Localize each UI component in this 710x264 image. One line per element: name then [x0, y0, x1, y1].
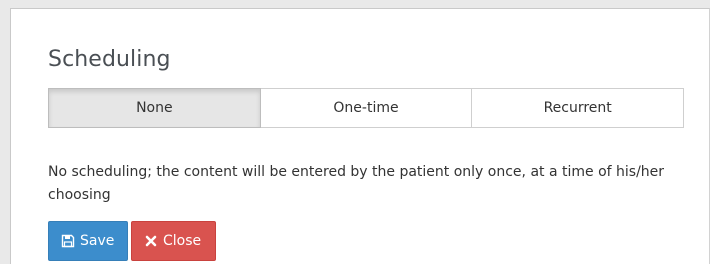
- x-icon: [144, 234, 158, 248]
- scheduling-option-one-time[interactable]: One-time: [260, 88, 473, 128]
- scheduling-option-none[interactable]: None: [48, 88, 261, 128]
- scheduling-options: None One-time Recurrent: [48, 88, 685, 128]
- dialog-actions: Save Close: [48, 221, 216, 261]
- save-button-label: Save: [80, 233, 115, 249]
- dialog-title: Scheduling: [48, 47, 171, 72]
- scheduling-option-recurrent[interactable]: Recurrent: [472, 88, 685, 128]
- scheduling-description: No scheduling; the content will be enter…: [48, 164, 665, 203]
- save-button[interactable]: Save: [48, 221, 128, 261]
- close-button-label: Close: [163, 233, 202, 249]
- close-button[interactable]: Close: [131, 221, 216, 261]
- scheduling-dialog: Scheduling None One-time Recurrent No sc…: [10, 8, 710, 264]
- floppy-disk-icon: [61, 234, 75, 248]
